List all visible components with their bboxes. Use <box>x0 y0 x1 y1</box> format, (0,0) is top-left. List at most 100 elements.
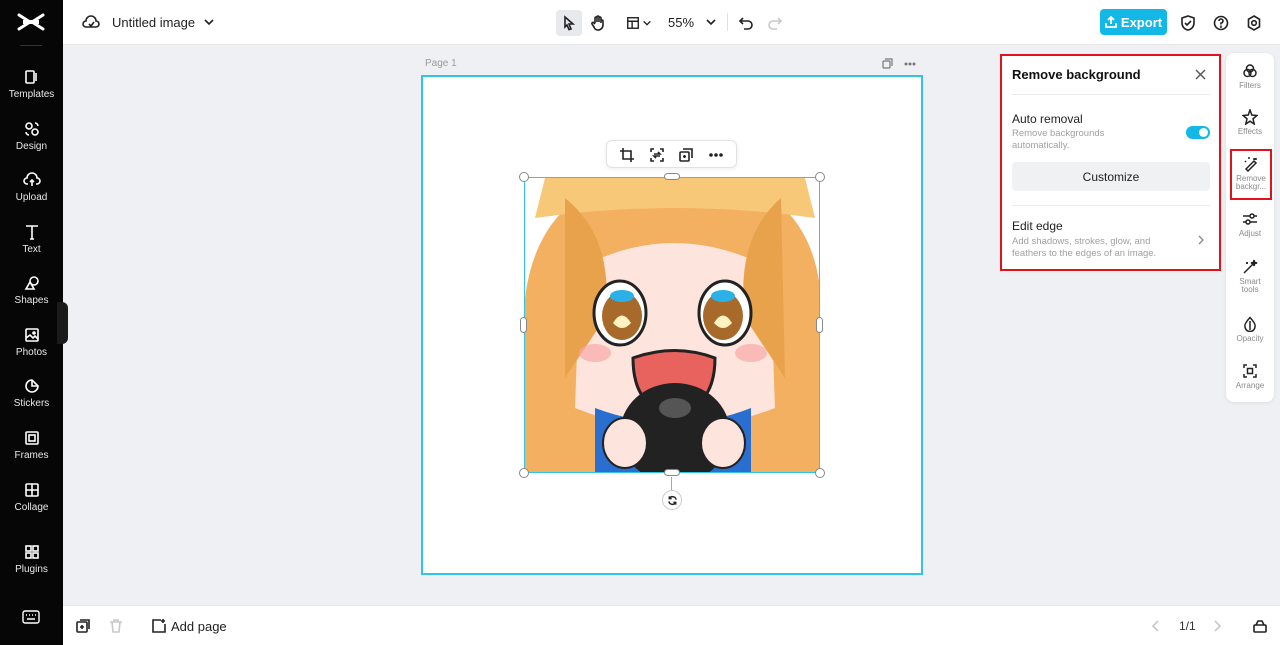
duplicate-icon <box>679 148 693 162</box>
hand-tool-button[interactable] <box>585 10 611 36</box>
sidebar-item-collage[interactable]: Collage <box>0 481 63 527</box>
sidebar-collapse-handle[interactable] <box>57 302 68 344</box>
duplicate-page-button[interactable] <box>75 618 91 634</box>
plugins-icon <box>24 545 39 559</box>
sidebar-item-stickers[interactable]: Stickers <box>0 377 63 423</box>
shapes-icon <box>24 276 39 290</box>
tool-arrange[interactable]: Arrange <box>1226 363 1274 390</box>
sidebar-divider <box>20 45 42 46</box>
selected-image[interactable] <box>524 177 820 473</box>
tool-label: Smart tools <box>1239 277 1261 294</box>
undo-button[interactable] <box>733 10 759 36</box>
tool-label: Filters <box>1239 81 1261 90</box>
more-icon <box>709 153 723 157</box>
zoom-level[interactable]: 55% <box>668 15 694 30</box>
cloud-sync-icon[interactable] <box>82 13 100 31</box>
trash-icon <box>110 619 122 633</box>
resize-handle-top-left[interactable] <box>519 172 529 182</box>
export-button[interactable]: Export <box>1100 9 1167 35</box>
tool-remove-background[interactable]: Remove backgr... <box>1230 149 1272 200</box>
help-button[interactable] <box>1208 10 1234 36</box>
sidebar-item-label: Plugins <box>15 564 48 575</box>
chevron-down-icon <box>643 20 651 26</box>
add-page-label[interactable]: Add page <box>171 619 227 634</box>
delete-page-button[interactable] <box>108 618 124 634</box>
help-icon <box>1213 15 1229 31</box>
document-title[interactable]: Untitled image <box>112 15 195 30</box>
chevron-right-icon[interactable] <box>1197 235 1205 245</box>
redo-button[interactable] <box>762 10 788 36</box>
customize-button[interactable]: Customize <box>1012 162 1210 191</box>
pages-panel-icon <box>1253 620 1267 633</box>
page-panel-button[interactable] <box>1252 618 1268 634</box>
resize-handle-right[interactable] <box>816 317 823 333</box>
close-icon[interactable] <box>1194 68 1207 81</box>
capcut-logo[interactable] <box>17 12 45 32</box>
design-icon <box>24 122 39 136</box>
sidebar-item-text[interactable]: Text <box>0 223 63 269</box>
sidebar-item-frames[interactable]: Frames <box>0 429 63 475</box>
sidebar-item-upload[interactable]: Upload <box>0 171 63 217</box>
redo-icon <box>768 17 783 30</box>
chevron-left-icon <box>1151 620 1159 632</box>
tool-label: Adjust <box>1238 229 1262 238</box>
opacity-icon <box>1244 316 1256 332</box>
duplicate-page-icon[interactable] <box>882 58 893 69</box>
settings-button[interactable] <box>1241 10 1267 36</box>
tool-smart-tools[interactable]: Smart tools <box>1226 259 1274 294</box>
sidebar-item-templates[interactable]: Templates <box>0 68 63 114</box>
rotate-icon <box>667 495 677 505</box>
chevron-down-icon[interactable] <box>203 16 215 28</box>
tool-adjust[interactable]: Adjust <box>1226 211 1274 238</box>
shield-icon <box>1181 15 1195 31</box>
zoom-dropdown-icon[interactable] <box>705 16 717 28</box>
resize-handle-top[interactable] <box>664 173 680 180</box>
top-bar: Untitled image 55% Export <box>63 0 1280 45</box>
resize-handle-bottom-right[interactable] <box>815 468 825 478</box>
duplicate-button[interactable] <box>678 147 694 163</box>
tool-effects[interactable]: Effects <box>1226 109 1274 136</box>
remove-background-icon <box>1244 157 1258 172</box>
rotate-stem <box>671 477 672 490</box>
auto-removal-description: Remove backgrounds automatically. <box>1012 128 1105 151</box>
tool-opacity[interactable]: Opacity <box>1226 316 1274 343</box>
crop-button[interactable] <box>619 147 635 163</box>
page-label: Page 1 <box>425 58 457 69</box>
photos-icon <box>24 328 39 342</box>
left-sidebar: Templates Design Upload Text Shapes Phot… <box>0 0 63 645</box>
replace-button[interactable] <box>649 147 665 163</box>
layout-tool-button[interactable] <box>622 10 656 36</box>
next-page-button[interactable] <box>1209 618 1225 634</box>
shield-button[interactable] <box>1175 10 1201 36</box>
sidebar-item-label: Design <box>15 141 48 152</box>
upload-icon <box>22 172 41 186</box>
add-page-icon <box>151 618 167 634</box>
arrange-icon <box>1243 364 1257 378</box>
keyboard-icon[interactable] <box>22 610 40 624</box>
resize-handle-bottom[interactable] <box>664 469 680 476</box>
sidebar-item-shapes[interactable]: Shapes <box>0 274 63 320</box>
layout-icon <box>627 17 639 29</box>
tool-label: Opacity <box>1236 334 1264 343</box>
rotate-handle[interactable] <box>662 490 682 510</box>
sidebar-item-label: Photos <box>15 347 48 358</box>
tool-label: Remove backgr... <box>1235 174 1267 191</box>
prev-page-button[interactable] <box>1148 618 1164 634</box>
sidebar-item-plugins[interactable]: Plugins <box>0 543 63 589</box>
edit-edge-row[interactable]: Edit edge Add shadows, strokes, glow, an… <box>1002 206 1219 268</box>
page-tools[interactable] <box>880 57 920 71</box>
select-tool-button[interactable] <box>556 10 582 36</box>
sidebar-item-label: Stickers <box>13 398 50 409</box>
resize-handle-top-right[interactable] <box>815 172 825 182</box>
tool-label: Effects <box>1237 127 1263 136</box>
more-icon[interactable] <box>904 62 916 66</box>
more-options-button[interactable] <box>708 147 724 163</box>
chevron-right-icon <box>1214 620 1222 632</box>
auto-removal-toggle[interactable] <box>1186 126 1210 139</box>
sidebar-item-photos[interactable]: Photos <box>0 326 63 372</box>
hand-icon <box>591 15 604 31</box>
tool-filters[interactable]: Filters <box>1226 63 1274 90</box>
resize-handle-left[interactable] <box>520 317 527 333</box>
sidebar-item-design[interactable]: Design <box>0 120 63 166</box>
resize-handle-bottom-left[interactable] <box>519 468 529 478</box>
